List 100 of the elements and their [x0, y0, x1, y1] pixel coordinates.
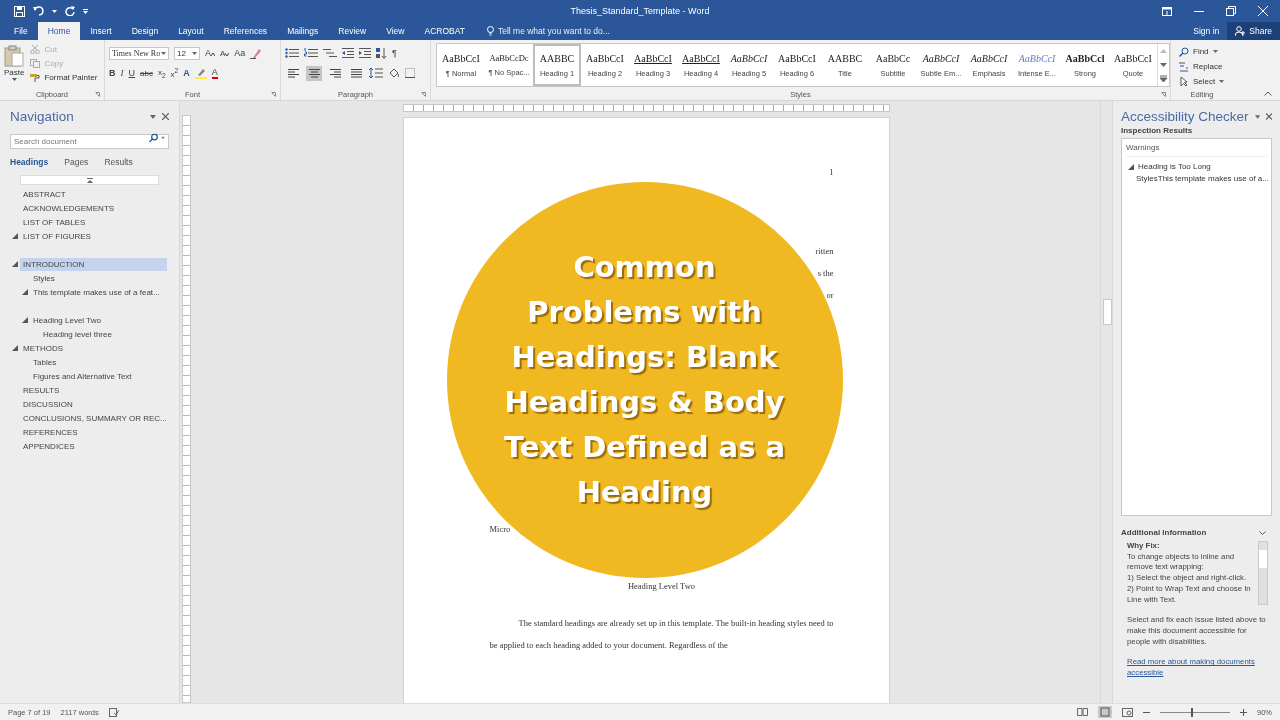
caret-icon[interactable]: [1259, 530, 1266, 535]
web-layout-icon[interactable]: [1122, 707, 1133, 717]
ribbon-tab[interactable]: Home: [37, 22, 81, 40]
heading-item[interactable]: RESULTS: [20, 383, 167, 397]
grow-font-button[interactable]: A: [205, 48, 215, 58]
sign-in-link[interactable]: Sign in: [1185, 22, 1228, 40]
heading-item[interactable]: APPENDICES: [20, 439, 167, 453]
issue-item[interactable]: Heading is Too Long: [1138, 162, 1211, 171]
read-mode-icon[interactable]: [1077, 708, 1088, 716]
shrink-font-button[interactable]: A: [220, 48, 230, 58]
caret-icon[interactable]: [52, 9, 57, 13]
borders-icon[interactable]: [405, 68, 415, 78]
redo-icon[interactable]: [65, 6, 75, 16]
heading-item[interactable]: ACKNOWLEDGEMENTS: [20, 201, 167, 215]
scrollbar[interactable]: [1100, 101, 1112, 703]
sort-icon[interactable]: [376, 47, 387, 59]
caret-icon[interactable]: [192, 51, 197, 55]
text-style-button[interactable]: I: [120, 68, 124, 78]
scrollbar[interactable]: [1258, 541, 1268, 605]
save-icon[interactable]: [14, 5, 25, 17]
text-style-button[interactable]: x$_{2}$: [157, 67, 166, 79]
caret-icon[interactable]: [161, 51, 166, 55]
search-icon[interactable]: [149, 133, 158, 142]
heading-item[interactable]: REFERENCES: [20, 425, 167, 439]
numbering-icon[interactable]: [304, 48, 318, 58]
ribbon-tab[interactable]: Mailings: [277, 22, 329, 40]
ribbon-tab[interactable]: File: [4, 22, 38, 40]
caret-icon[interactable]: [150, 114, 156, 119]
change-case-button[interactable]: Aa: [234, 48, 246, 58]
ribbon-tab[interactable]: ACROBAT: [414, 22, 475, 40]
pane-tab[interactable]: Results: [104, 157, 133, 167]
clear-formatting-icon[interactable]: [250, 47, 263, 59]
heading-item[interactable]: LIST OF TABLES: [20, 215, 167, 229]
multilevel-list-icon[interactable]: [323, 48, 337, 58]
text-effects-button[interactable]: A: [183, 68, 190, 78]
heading-item[interactable]: DISCUSSION: [20, 397, 167, 411]
line-spacing-icon[interactable]: [369, 68, 383, 78]
dialog-launcher-icon[interactable]: [421, 92, 426, 97]
collapse-ribbon-icon[interactable]: [1264, 91, 1272, 96]
pane-tab[interactable]: Pages: [64, 157, 89, 167]
ribbon-tab[interactable]: Review: [328, 22, 377, 40]
share-button[interactable]: Share: [1227, 22, 1280, 40]
issue-item[interactable]: StylesThis template makes use of a...: [1136, 174, 1269, 183]
bullets-icon[interactable]: [285, 48, 299, 58]
shading-icon[interactable]: [388, 67, 400, 79]
heading-item[interactable]: Heading Level Two: [30, 313, 167, 327]
heading-item[interactable]: Figures and Alternative Text: [30, 369, 167, 383]
ribbon-display-icon[interactable]: [1162, 6, 1172, 16]
expand-icon[interactable]: [12, 233, 18, 239]
search-field[interactable]: Search document: [10, 134, 169, 149]
decrease-indent-icon[interactable]: [342, 48, 354, 58]
proofing-icon[interactable]: [108, 707, 119, 717]
ribbon-tab[interactable]: References: [213, 22, 278, 40]
editing-button[interactable]: Find: [1179, 45, 1229, 58]
highlighter-icon[interactable]: [194, 67, 207, 79]
font-color-button[interactable]: A: [211, 67, 218, 79]
heading-item[interactable]: METHODS: [20, 341, 167, 355]
heading-item[interactable]: ABSTRACT: [20, 187, 167, 201]
undo-icon[interactable]: [33, 6, 44, 16]
text-style-button[interactable]: B: [109, 68, 116, 78]
dialog-launcher-icon[interactable]: [1161, 92, 1166, 97]
text-style-button[interactable]: x$^{2}$: [170, 67, 179, 79]
expand-icon[interactable]: [12, 261, 18, 267]
text-style-button[interactable]: abc: [140, 68, 153, 78]
clipboard-button[interactable]: Format Painter: [30, 71, 98, 84]
ribbon-tab[interactable]: View: [376, 22, 415, 40]
tell-me-field[interactable]: Tell me what you want to do...: [486, 22, 628, 40]
heading-item[interactable]: INTRODUCTION: [20, 257, 167, 271]
ribbon-tab[interactable]: Insert: [80, 22, 122, 40]
ribbon-tab[interactable]: Layout: [168, 22, 214, 40]
editing-button[interactable]: Replace: [1179, 60, 1229, 73]
increase-indent-icon[interactable]: [359, 48, 371, 58]
caret-icon[interactable]: [161, 136, 165, 139]
heading-item[interactable]: Tables: [30, 355, 167, 369]
expand-icon[interactable]: [22, 289, 28, 295]
dialog-launcher-icon[interactable]: [95, 92, 100, 97]
show-marks-button[interactable]: ¶: [392, 48, 397, 58]
font-name-field[interactable]: Times New Ro: [109, 46, 169, 60]
close-icon[interactable]: [162, 113, 169, 120]
alignment-button[interactable]: [306, 65, 322, 81]
restore-icon[interactable]: [1226, 6, 1236, 16]
ribbon-tab[interactable]: Design: [121, 22, 169, 40]
expand-icon[interactable]: [22, 317, 28, 323]
heading-item[interactable]: This template makes use of a feat...: [30, 285, 167, 299]
expand-icon[interactable]: [12, 345, 18, 351]
expand-icon[interactable]: [1128, 163, 1134, 170]
heading-item[interactable]: Heading level three: [40, 327, 167, 341]
text-style-button[interactable]: U: [128, 68, 135, 78]
zoom-in-icon[interactable]: [1240, 708, 1247, 716]
caret-icon[interactable]: [1254, 114, 1260, 119]
heading-item[interactable]: CONCLUSIONS, SUMMARY OR REC...: [20, 411, 167, 425]
editing-button[interactable]: Select: [1179, 75, 1229, 88]
minimize-icon[interactable]: [1194, 10, 1204, 12]
heading-item[interactable]: Styles: [30, 271, 167, 285]
heading-item[interactable]: LIST OF FIGURES: [20, 229, 167, 243]
paste-button[interactable]: Paste: [4, 43, 25, 89]
customize-icon[interactable]: [83, 8, 88, 14]
dialog-launcher-icon[interactable]: [271, 92, 276, 97]
font-size-field[interactable]: 12: [174, 46, 200, 60]
pane-tab[interactable]: Headings: [10, 157, 49, 167]
